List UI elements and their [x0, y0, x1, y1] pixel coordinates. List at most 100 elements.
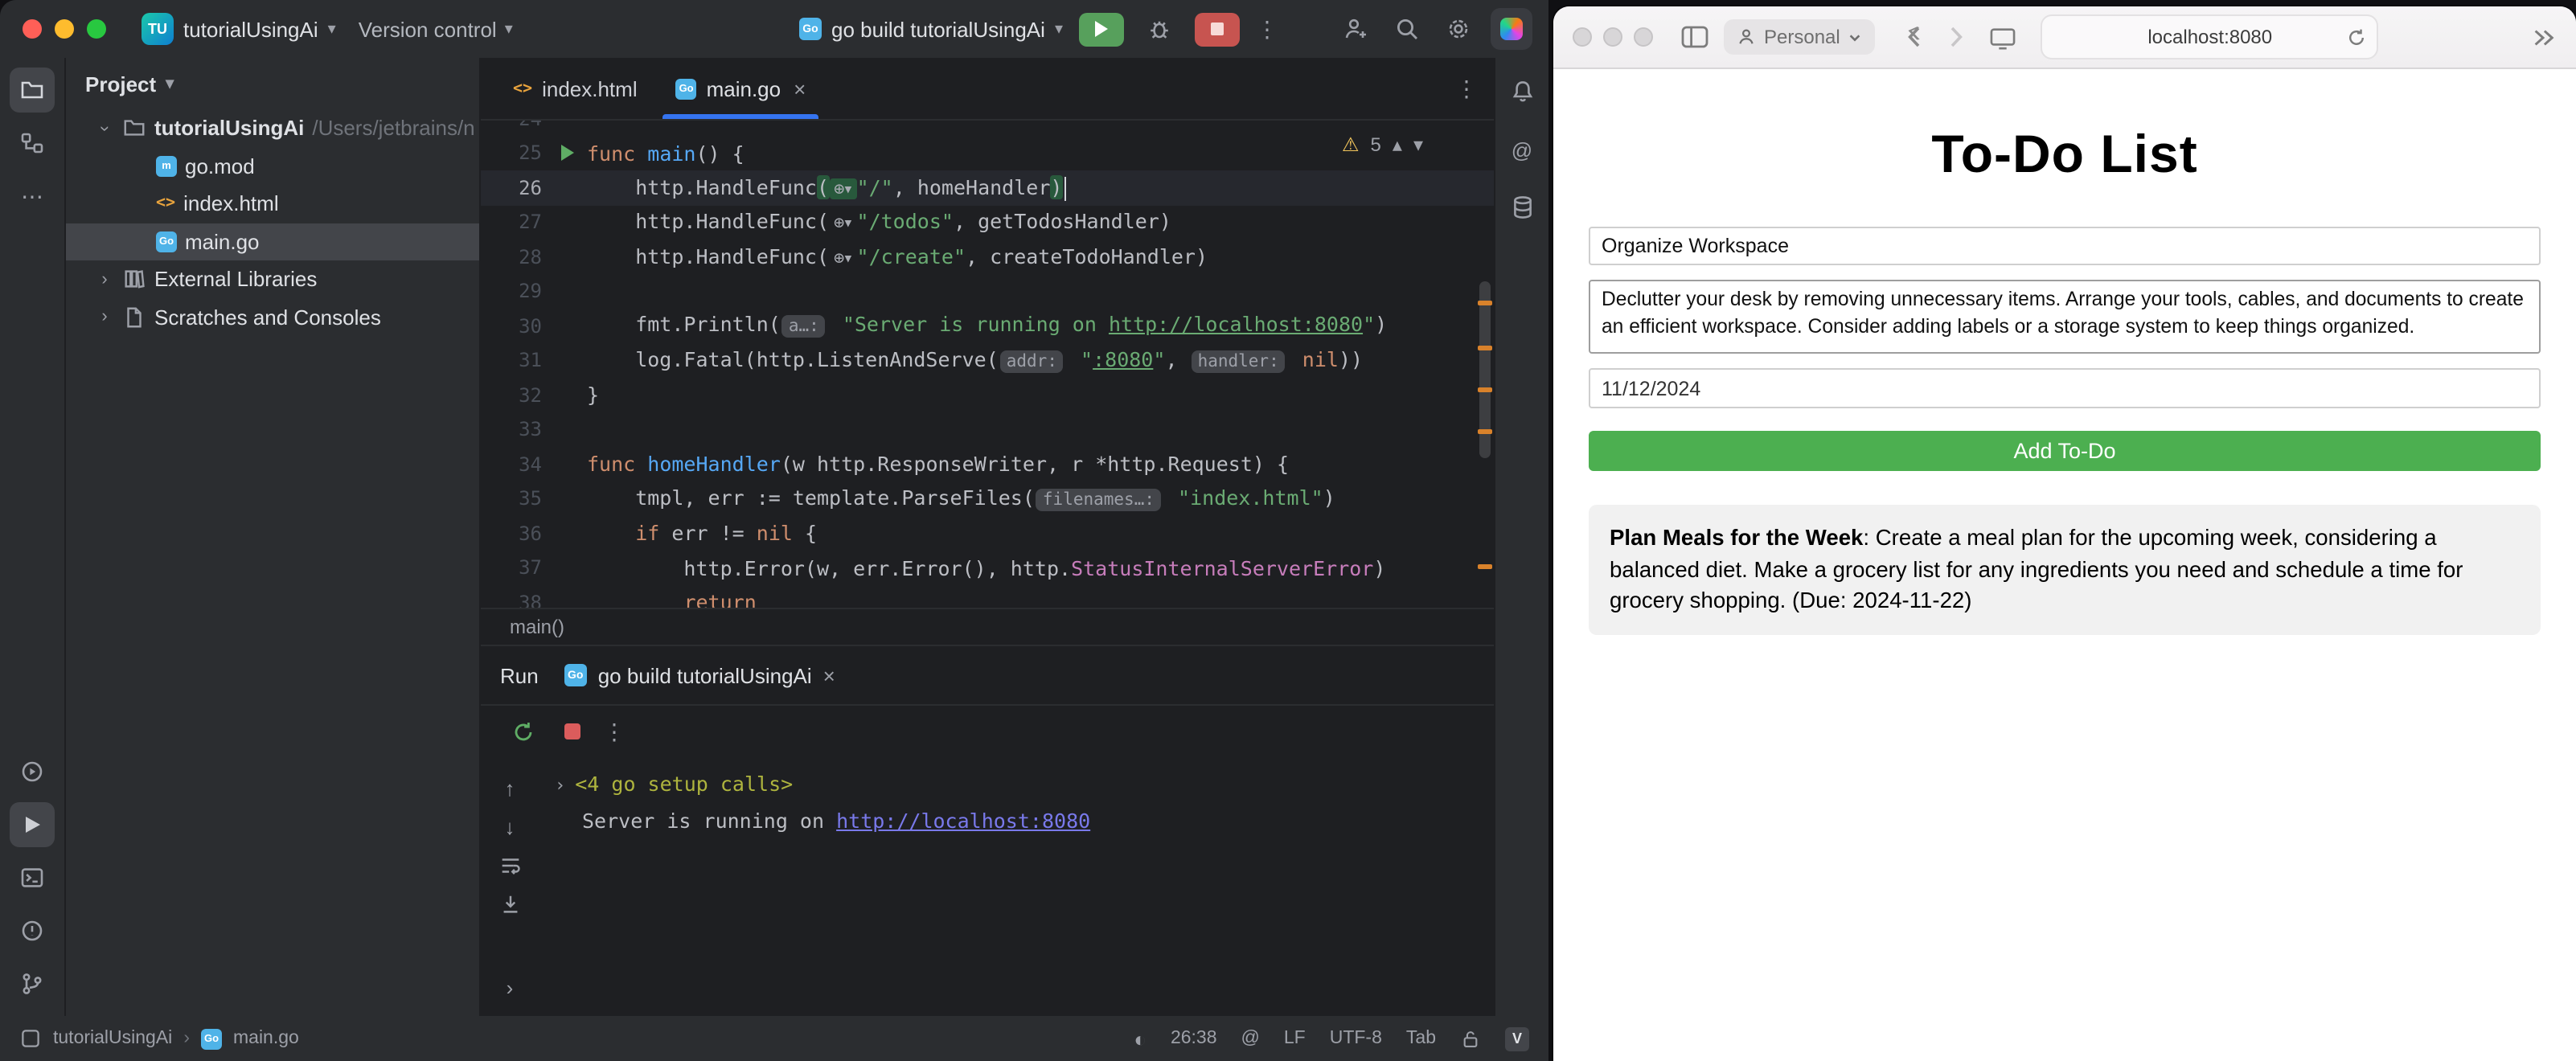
ai-chat-button[interactable]: @	[1501, 129, 1543, 170]
code-line[interactable]: 37 http.Error(w, err.Error(), http.Statu…	[481, 551, 1494, 585]
status-project-crumb[interactable]: tutorialUsingAi	[53, 1029, 172, 1048]
scroll-up-icon[interactable]: ↑	[505, 776, 515, 801]
zoom-window-button[interactable]	[87, 19, 106, 39]
tab-main-go[interactable]: Go main.go ×	[657, 58, 826, 119]
code-line[interactable]: 29	[481, 274, 1494, 309]
toolbar-overflow-button[interactable]	[2529, 25, 2557, 49]
more-tool-windows-button[interactable]: ⋯	[10, 174, 55, 219]
run-configuration-selector[interactable]: Go go build tutorialUsingAi ▾	[799, 17, 1063, 41]
run-anything-button[interactable]	[10, 749, 55, 794]
warning-stripe-mark[interactable]	[1478, 387, 1492, 392]
chevron-collapsed-icon[interactable]: ›	[95, 308, 114, 327]
tab-index-html[interactable]: <> index.html	[494, 58, 657, 119]
close-window-button[interactable]	[23, 19, 42, 39]
ideavim-icon[interactable]: V	[1505, 1026, 1529, 1051]
back-button[interactable]	[1903, 24, 1929, 50]
sidebar-toggle-button[interactable]	[1680, 24, 1709, 50]
project-widget[interactable]: TU tutorialUsingAi ▾	[132, 8, 346, 50]
scroll-to-end-button[interactable]	[498, 892, 522, 916]
line-separator-widget[interactable]: LF	[1284, 1029, 1306, 1048]
tab-options-button[interactable]: ⋮	[1455, 75, 1478, 102]
code-line[interactable]: 36 if err != nil {	[481, 516, 1494, 551]
inspections-widget[interactable]: ⚠ 5 ▴ ▾	[1342, 133, 1423, 156]
profile-switcher[interactable]: Personal	[1724, 19, 1876, 55]
tree-item-maingo[interactable]: Go main.go	[66, 223, 479, 260]
next-problem-icon[interactable]: ▾	[1413, 133, 1423, 156]
soft-wrap-button[interactable]	[498, 854, 522, 878]
stop-process-button[interactable]	[564, 723, 580, 739]
run-line-marker[interactable]	[561, 145, 574, 162]
task-title-input[interactable]	[1589, 227, 2541, 265]
address-bar[interactable]: localhost:8080	[2041, 14, 2379, 59]
close-tab-icon[interactable]: ×	[794, 76, 806, 100]
notifications-button[interactable]	[1501, 71, 1543, 113]
chevron-expanded-icon[interactable]: ›	[95, 119, 114, 138]
at-icon[interactable]: @	[1241, 1029, 1260, 1048]
code-line[interactable]: 28 http.HandleFunc(⊕▾"/create", createTo…	[481, 240, 1494, 274]
breadcrumb[interactable]: main()	[510, 616, 564, 638]
warning-stripe-mark[interactable]	[1478, 429, 1492, 434]
reload-button[interactable]	[2347, 27, 2368, 47]
code-line[interactable]: 27 http.HandleFunc(⊕▾"/todos", getTodosH…	[481, 205, 1494, 240]
tree-item-scratches[interactable]: › Scratches and Consoles	[66, 298, 479, 336]
add-todo-button[interactable]: Add To-Do	[1589, 431, 2541, 471]
page-settings-button[interactable]	[1990, 25, 2017, 49]
problems-tool-button[interactable]	[10, 908, 55, 953]
warning-stripe-mark[interactable]	[1478, 346, 1492, 350]
warning-stripe-mark[interactable]	[1478, 564, 1492, 569]
run-options-button[interactable]: ⋮	[603, 718, 626, 745]
settings-button[interactable]	[1439, 10, 1478, 48]
code-line[interactable]: 34func homeHandler(w http.ResponseWriter…	[481, 447, 1494, 481]
rerun-button[interactable]	[503, 712, 542, 751]
code-line[interactable]: 30 fmt.Println(a…: "Server is running on…	[481, 309, 1494, 343]
fold-icon[interactable]: ›	[555, 775, 565, 796]
warning-stripe-mark[interactable]	[1478, 301, 1492, 305]
forward-button[interactable]	[1943, 24, 1969, 50]
caret-position[interactable]: 26:38	[1171, 1029, 1217, 1048]
code-line[interactable]: 26 http.HandleFunc(⊕▾"/", homeHandler)	[481, 170, 1494, 205]
encoding-widget[interactable]: UTF-8	[1330, 1029, 1382, 1048]
run-button[interactable]	[1079, 12, 1124, 46]
run-tool-window-button[interactable]	[10, 802, 55, 847]
task-description-textarea[interactable]	[1589, 280, 2541, 354]
tree-item-external-libraries[interactable]: › External Libraries	[66, 260, 479, 298]
zoom-window-button[interactable]	[1634, 27, 1653, 47]
close-window-button[interactable]	[1573, 27, 1592, 47]
run-tab[interactable]: Go go build tutorialUsingAi ×	[564, 663, 835, 687]
close-run-tab-icon[interactable]: ×	[823, 663, 835, 687]
code-line[interactable]: 32}	[481, 378, 1494, 412]
structure-tool-button[interactable]	[10, 121, 55, 166]
search-everywhere-button[interactable]	[1388, 10, 1426, 48]
minimize-window-button[interactable]	[1603, 27, 1622, 47]
project-tool-button[interactable]	[10, 68, 55, 113]
project-panel-header[interactable]: Project ▾	[66, 58, 479, 109]
more-run-options-button[interactable]: ⋮	[1256, 15, 1278, 43]
tree-root[interactable]: › tutorialUsingAi /Users/jetbrains/n	[66, 109, 479, 147]
tree-item-indexhtml[interactable]: <> index.html	[66, 185, 479, 223]
stop-button[interactable]	[1195, 12, 1240, 46]
due-date-input[interactable]	[1589, 368, 2541, 408]
console-output[interactable]: ›<4 go setup calls> Server is running on…	[539, 757, 1494, 1016]
database-button[interactable]	[1501, 186, 1543, 228]
code-line[interactable]: 31 log.Fatal(http.ListenAndServe(addr: "…	[481, 343, 1494, 378]
console-line[interactable]: ›<4 go setup calls>	[555, 767, 1478, 803]
theme-toggle-icon[interactable]: ◐	[1134, 1026, 1146, 1051]
code-editor[interactable]: 2425func main() {26 http.HandleFunc(⊕▾"/…	[481, 121, 1494, 608]
code-line[interactable]: 33	[481, 412, 1494, 447]
vcs-widget[interactable]: Version control ▾	[359, 17, 513, 41]
scroll-down-icon[interactable]: ↓	[505, 815, 515, 839]
unlock-icon[interactable]	[1460, 1028, 1481, 1049]
minimize-window-button[interactable]	[55, 19, 74, 39]
tree-item-gomod[interactable]: m go.mod	[66, 147, 479, 185]
git-tool-button[interactable]	[10, 961, 55, 1006]
code-line[interactable]: 38 return	[481, 585, 1494, 608]
expand-console-icon[interactable]: ›	[507, 976, 514, 1016]
code-with-me-button[interactable]	[1336, 10, 1375, 48]
prev-problem-icon[interactable]: ▴	[1393, 133, 1402, 156]
ai-assistant-button[interactable]	[1491, 8, 1532, 50]
chevron-collapsed-icon[interactable]: ›	[95, 270, 114, 289]
status-file-crumb[interactable]: main.go	[233, 1029, 299, 1048]
indent-widget[interactable]: Tab	[1406, 1029, 1436, 1048]
code-line[interactable]: 35 tmpl, err := template.ParseFiles(file…	[481, 481, 1494, 516]
terminal-tool-button[interactable]	[10, 855, 55, 900]
